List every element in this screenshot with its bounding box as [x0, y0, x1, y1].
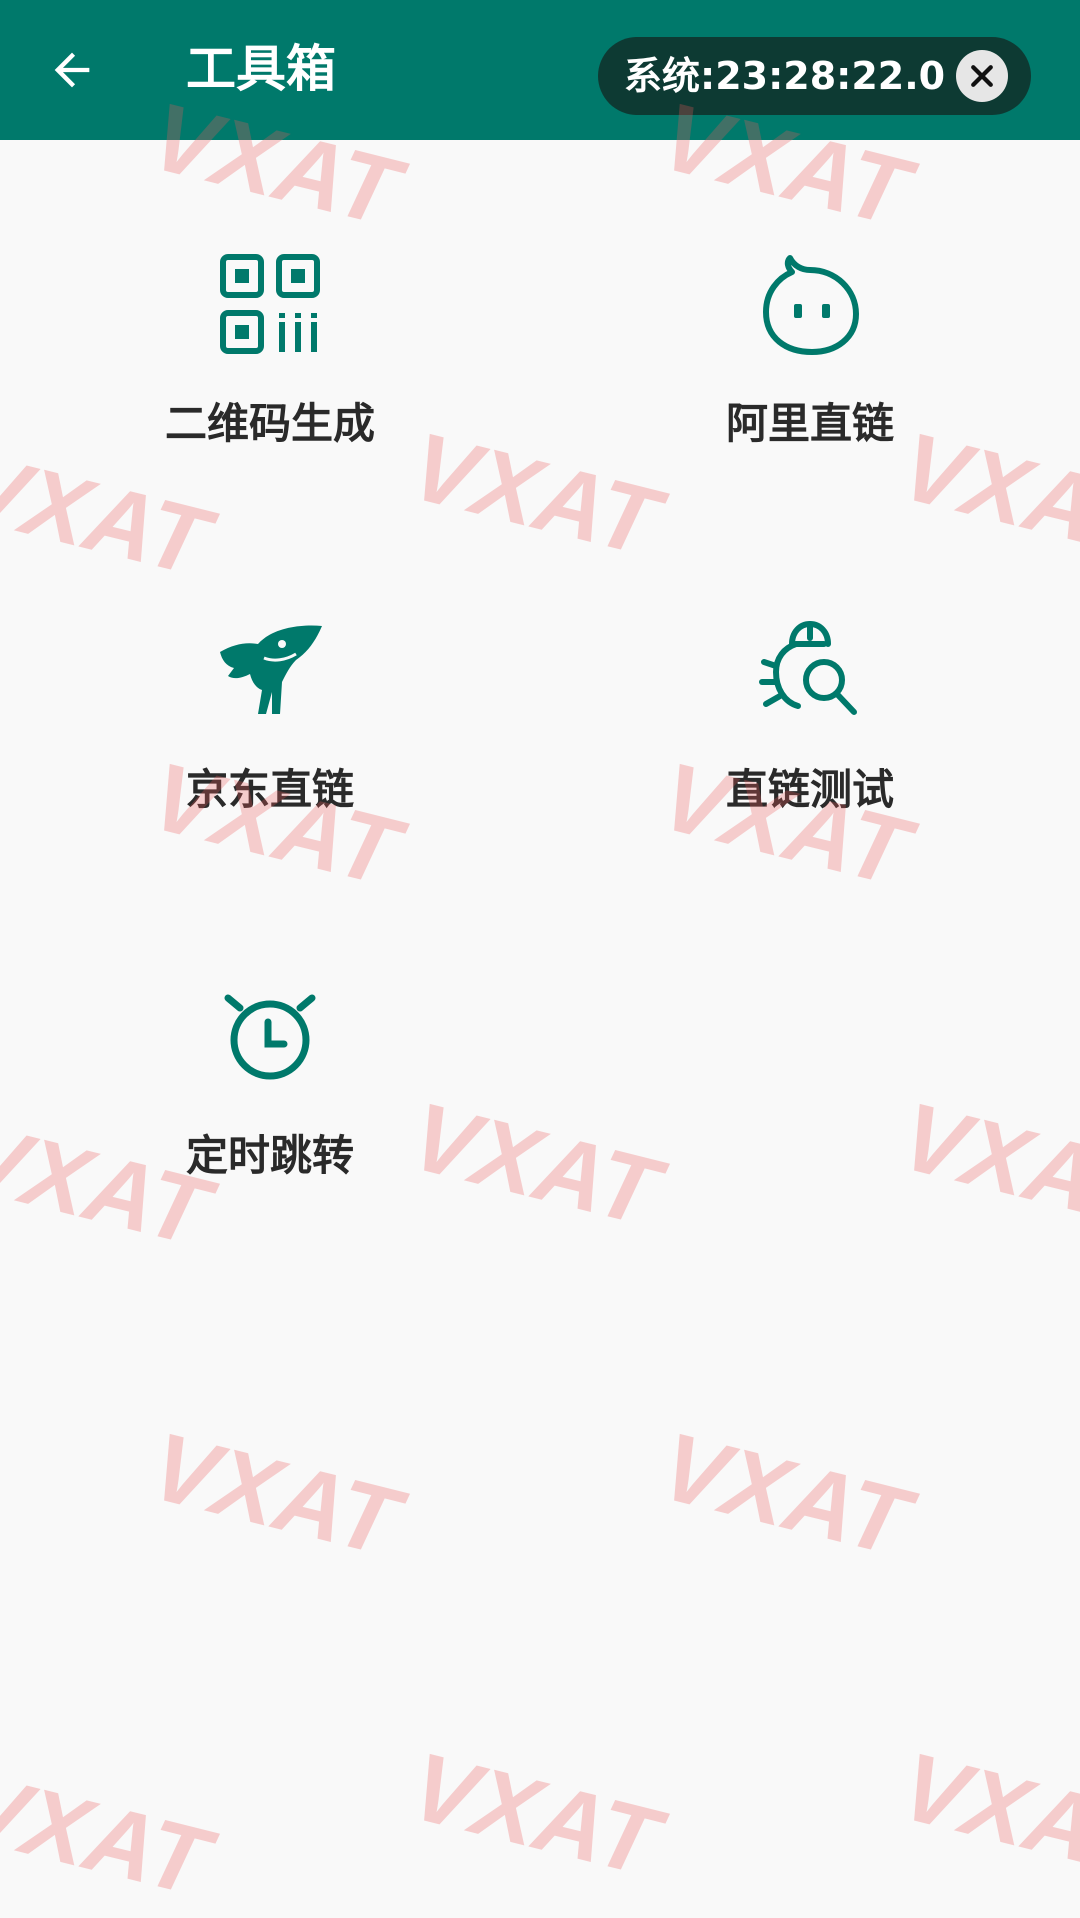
jd-dog-icon [216, 616, 324, 724]
close-icon [971, 65, 993, 87]
back-button[interactable] [36, 34, 108, 106]
page-title: 工具箱 [186, 40, 336, 98]
watermark: VXAT [650, 1412, 919, 1577]
watermark: VXAT [890, 1732, 1080, 1897]
tool-label: 二维码生成 [164, 399, 375, 448]
watermark: VXAT [890, 1082, 1080, 1247]
tool-link-test[interactable]: 直链测试 [540, 506, 1080, 814]
tool-jd-link[interactable]: 京东直链 [0, 506, 540, 814]
close-clock-button[interactable] [956, 50, 1008, 102]
bug-search-icon [756, 616, 864, 724]
tool-qr-generate[interactable]: 二维码生成 [0, 140, 540, 448]
tool-ali-link[interactable]: 阿里直链 [540, 140, 1080, 448]
app-bar: 工具箱 系统:23:28:22.0 [0, 0, 1080, 140]
arrow-left-icon [54, 52, 90, 88]
system-clock-badge: 系统:23:28:22.0 [598, 37, 1031, 115]
alarm-clock-icon [216, 982, 324, 1090]
ali-mascot-icon [756, 250, 864, 358]
system-clock-text: 系统:23:28:22.0 [624, 54, 946, 98]
tool-label: 阿里直链 [725, 399, 894, 448]
watermark: VXAT [140, 1412, 409, 1577]
watermark: VXAT [400, 1732, 669, 1897]
tool-timed-redirect[interactable]: 定时跳转 [0, 872, 540, 1180]
qr-code-icon [216, 250, 324, 358]
tool-label: 京东直链 [185, 765, 354, 814]
watermark: VXAT [0, 1752, 219, 1917]
tool-label: 直链测试 [725, 765, 894, 814]
tool-label: 定时跳转 [185, 1131, 354, 1180]
